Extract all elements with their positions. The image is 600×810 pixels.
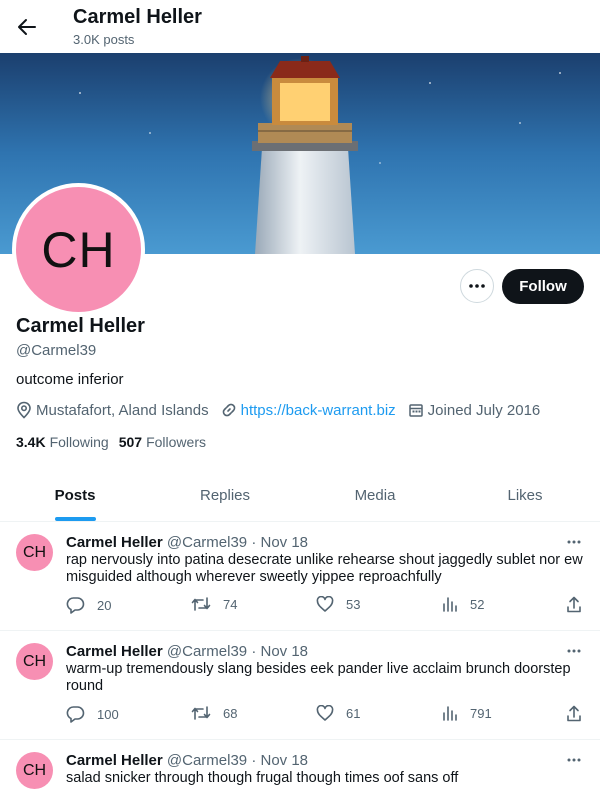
like-button[interactable]: 53 <box>316 596 360 612</box>
post-author-handle: @Carmel39 <box>166 643 248 660</box>
tab-posts-label: Posts <box>54 486 96 504</box>
post-more-button[interactable] <box>564 752 584 768</box>
views-button[interactable]: 52 <box>442 596 484 612</box>
repost-icon <box>191 706 211 720</box>
tab-replies-label: Replies <box>199 486 251 504</box>
repost-icon <box>191 597 211 611</box>
profile-tabs: Posts Replies Media Likes <box>0 469 600 522</box>
more-options-button[interactable] <box>460 269 494 303</box>
more-icon <box>567 758 581 762</box>
post-author-name[interactable]: Carmel Heller <box>66 752 163 769</box>
following-label: Following <box>49 434 109 450</box>
post-actions: 20 74 53 52 <box>66 596 596 618</box>
post-avatar[interactable]: CH <box>16 534 53 571</box>
profile-website-link[interactable]: https://back-warrant.biz <box>241 402 396 419</box>
like-icon <box>316 705 334 721</box>
post-actions: 100 68 61 791 <box>66 705 596 727</box>
link-icon <box>222 403 235 417</box>
post-item[interactable]: CH Carmel Heller @Carmel39 · Nov 18 rap … <box>0 522 600 631</box>
views-count: 791 <box>470 705 492 721</box>
share-button[interactable] <box>566 705 594 722</box>
following-count: 3.4K <box>16 434 46 450</box>
reply-button[interactable]: 20 <box>66 596 111 614</box>
repost-count: 74 <box>223 596 238 612</box>
more-icon <box>469 284 485 288</box>
post-author-name[interactable]: Carmel Heller <box>66 534 163 551</box>
followers-count: 507 <box>118 434 143 450</box>
active-tab-indicator <box>54 517 96 521</box>
reply-count: 100 <box>97 706 119 722</box>
post-text: warm-up tremendously slang besides eek p… <box>66 661 571 694</box>
repost-button[interactable]: 74 <box>191 596 237 612</box>
post-more-button[interactable] <box>564 643 584 659</box>
post-avatar[interactable]: CH <box>16 752 53 789</box>
post-date[interactable]: · Nov 18 <box>251 534 308 551</box>
top-bar: Carmel Heller 3.0K posts <box>0 0 600 53</box>
post-author-handle: @Carmel39 <box>166 752 248 769</box>
followers-label: Followers <box>146 434 206 450</box>
profile-name: Carmel Heller <box>16 315 145 337</box>
post-avatar[interactable]: CH <box>16 643 53 680</box>
post-date[interactable]: · Nov 18 <box>251 643 308 660</box>
post-item[interactable]: CH Carmel Heller @Carmel39 · Nov 18 warm… <box>0 631 600 740</box>
post-header: Carmel Heller @Carmel39 · Nov 18 <box>66 643 308 660</box>
reply-icon <box>66 706 85 723</box>
tab-posts[interactable]: Posts <box>0 469 150 521</box>
profile-handle: @Carmel39 <box>16 342 97 359</box>
follow-button[interactable]: Follow <box>502 269 584 304</box>
more-icon <box>567 540 581 544</box>
like-icon <box>316 596 334 612</box>
tab-media-label: Media <box>354 486 396 504</box>
reply-button[interactable]: 100 <box>66 705 119 723</box>
tab-media[interactable]: Media <box>300 469 450 521</box>
post-header: Carmel Heller @Carmel39 · Nov 18 <box>66 752 308 769</box>
tab-likes-label: Likes <box>507 486 543 504</box>
reply-icon <box>66 597 85 614</box>
repost-count: 68 <box>223 705 238 721</box>
like-button[interactable]: 61 <box>316 705 360 721</box>
profile-meta: Mustafafort, Aland Islands https://back-… <box>16 400 552 420</box>
header-post-count: 3.0K posts <box>73 32 135 47</box>
profile-location: Mustafafort, Aland Islands <box>16 401 209 419</box>
location-icon <box>17 401 31 419</box>
calendar-icon <box>408 404 423 417</box>
following-link[interactable]: 3.4K Following <box>16 434 109 450</box>
like-count: 61 <box>346 705 361 721</box>
profile-location-text: Mustafafort, Aland Islands <box>36 401 209 419</box>
views-button[interactable]: 791 <box>442 705 492 721</box>
share-button[interactable] <box>566 596 594 613</box>
profile-joined: Joined July 2016 <box>408 401 541 419</box>
profile-joined-text: Joined July 2016 <box>427 401 541 419</box>
post-text: rap nervously into patina desecrate unli… <box>66 552 583 585</box>
post-author-name[interactable]: Carmel Heller <box>66 643 163 660</box>
back-arrow-icon <box>18 19 36 35</box>
follow-stats: 3.4K Following 507 Followers <box>16 434 216 450</box>
views-count: 52 <box>470 596 485 612</box>
share-icon <box>567 596 581 613</box>
post-date[interactable]: · Nov 18 <box>251 752 308 769</box>
like-count: 53 <box>346 596 361 612</box>
post-text: salad snicker through though frugal thou… <box>66 770 459 786</box>
reply-count: 20 <box>97 597 112 613</box>
profile-avatar[interactable]: CH <box>12 183 145 316</box>
followers-link[interactable]: 507 Followers <box>119 434 206 450</box>
more-icon <box>567 649 581 653</box>
tab-likes[interactable]: Likes <box>450 469 600 521</box>
profile-website[interactable]: https://back-warrant.biz <box>221 402 396 419</box>
views-icon <box>443 597 457 612</box>
header-title: Carmel Heller <box>73 6 202 28</box>
post-more-button[interactable] <box>564 534 584 550</box>
repost-button[interactable]: 68 <box>191 705 237 721</box>
profile-bio: outcome inferior <box>16 371 124 388</box>
tab-replies[interactable]: Replies <box>150 469 300 521</box>
profile-avatar-initials: CH <box>41 221 116 278</box>
post-author-handle: @Carmel39 <box>166 534 248 551</box>
views-icon <box>443 706 457 721</box>
share-icon <box>567 705 581 722</box>
back-button[interactable] <box>14 14 40 40</box>
post-header: Carmel Heller @Carmel39 · Nov 18 <box>66 534 308 551</box>
